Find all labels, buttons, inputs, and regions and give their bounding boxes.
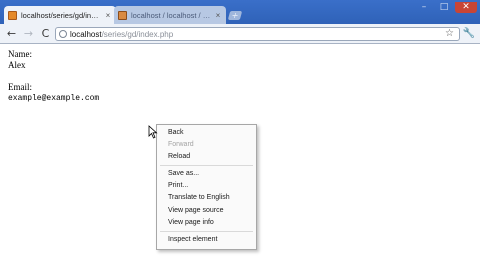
tab-strip: localhost/series/gd/index... × localhost…: [0, 0, 480, 24]
url-host: localhost: [70, 29, 102, 39]
menu-item-view-info[interactable]: View page info: [168, 218, 214, 228]
page-content: Name: Alex Email: example@example.com: [8, 49, 99, 104]
menu-separator: [160, 165, 253, 166]
menu-separator: [160, 231, 253, 232]
tab-title: localhost / localhost / a...: [131, 10, 212, 20]
context-menu: Back Forward Reload Save as... Print... …: [156, 124, 257, 250]
address-bar[interactable]: localhost/series/gd/index.php ☆: [55, 27, 460, 41]
back-button[interactable]: ←: [5, 27, 18, 40]
menu-item-inspect[interactable]: Inspect element: [168, 235, 217, 245]
menu-item-save-as[interactable]: Save as...: [168, 169, 199, 179]
email-label: Email:: [8, 82, 32, 92]
close-window-button[interactable]: ✕: [455, 2, 477, 13]
page-favicon-icon: [8, 10, 17, 20]
name-label: Name:: [8, 49, 32, 59]
bookmark-star-icon[interactable]: ☆: [445, 28, 454, 39]
email-value: example@example.com: [8, 94, 100, 103]
tab-phpmyadmin[interactable]: localhost / localhost / a... ×: [114, 6, 226, 24]
minimize-window-button[interactable]: –: [414, 2, 434, 13]
wrench-menu-icon[interactable]: 🔧: [462, 27, 476, 40]
menu-item-translate[interactable]: Translate to English: [168, 193, 230, 203]
mouse-cursor-icon: [148, 125, 158, 139]
maximize-window-button[interactable]: □: [434, 2, 454, 13]
new-tab-button[interactable]: +: [227, 11, 243, 20]
menu-item-view-source[interactable]: View page source: [168, 206, 224, 216]
page-icon: [59, 30, 67, 38]
phpmyadmin-favicon-icon: [118, 10, 127, 20]
menu-item-back[interactable]: Back: [168, 128, 184, 138]
tab-index-php[interactable]: localhost/series/gd/index... ×: [4, 6, 116, 24]
close-tab-icon[interactable]: ×: [104, 11, 112, 20]
menu-item-forward: Forward: [168, 141, 194, 148]
forward-button[interactable]: →: [22, 27, 35, 40]
browser-toolbar: ← → C localhost/series/gd/index.php ☆ 🔧: [0, 24, 480, 44]
menu-item-reload[interactable]: Reload: [168, 152, 190, 162]
close-tab-icon[interactable]: ×: [214, 11, 222, 20]
reload-button[interactable]: C: [39, 27, 52, 40]
menu-item-print[interactable]: Print...: [168, 181, 188, 191]
url-path: /series/gd/index.php: [101, 29, 174, 39]
tab-title: localhost/series/gd/index...: [21, 10, 102, 20]
name-value: Alex: [8, 60, 26, 70]
